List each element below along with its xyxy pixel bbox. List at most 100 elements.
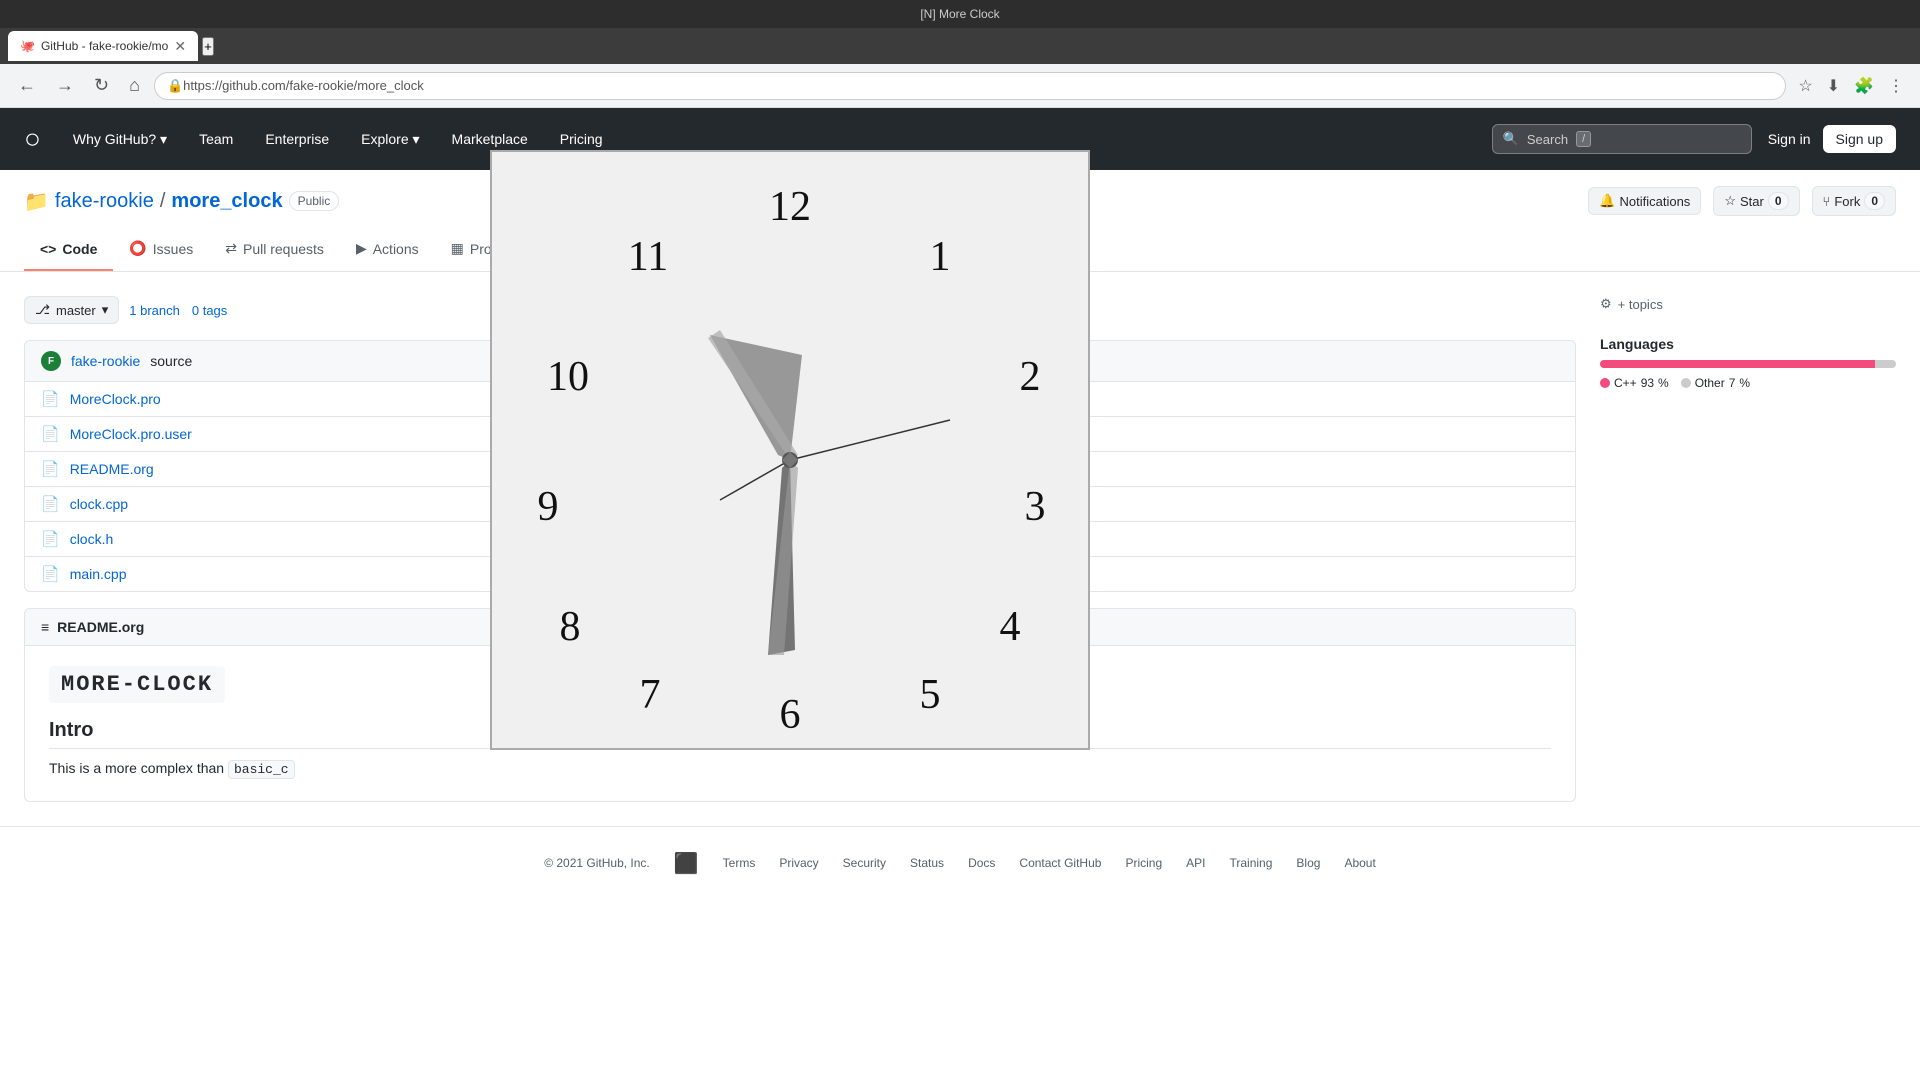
branch-name: master (56, 303, 96, 318)
tab-issues[interactable]: ⭕ Issues (113, 228, 209, 271)
reload-button[interactable]: ↻ (88, 71, 115, 100)
search-bar[interactable]: 🔍 Search / (1492, 124, 1752, 154)
notifications-button[interactable]: 🔔 Notifications (1588, 187, 1701, 215)
nav-team[interactable]: Team (191, 127, 241, 151)
close-icon[interactable]: ✕ (174, 38, 186, 55)
language-progress-bar (1600, 360, 1896, 368)
browser-tab-bar: 🐙 GitHub - fake-rookie/mo ✕ + (0, 28, 1920, 64)
nav-pricing[interactable]: Pricing (552, 127, 611, 151)
repo-sidebar: ⚙ + topics Languages C++ 93% Other 7% (1600, 296, 1896, 802)
search-placeholder: Search (1527, 132, 1568, 147)
tags-link[interactable]: 0 tags (192, 303, 227, 318)
clock-1: 1 (930, 234, 951, 280)
tab-code[interactable]: <> Code (24, 228, 113, 271)
github-logo: ○ (24, 123, 41, 155)
footer-docs[interactable]: Docs (968, 856, 995, 870)
other-label: Other (1695, 376, 1725, 390)
menu-button[interactable]: ⋮ (1884, 72, 1908, 100)
footer-contact[interactable]: Contact GitHub (1019, 856, 1101, 870)
readme-header-label: README.org (57, 619, 144, 635)
footer-terms[interactable]: Terms (723, 856, 756, 870)
tab-code-label: Code (62, 241, 97, 257)
extensions-button[interactable]: 🧩 (1850, 72, 1878, 100)
tab-issues-label: Issues (153, 241, 193, 257)
repo-actions: 🔔 Notifications ☆ Star 0 ⑂ Fork 0 (1588, 186, 1896, 216)
footer-about[interactable]: About (1344, 856, 1375, 870)
footer-logo: ⬛ (674, 851, 699, 876)
star-button[interactable]: ☆ Star 0 (1713, 186, 1799, 216)
nav-explore[interactable]: Explore ▾ (353, 127, 427, 152)
fork-count: 0 (1864, 192, 1885, 210)
clock-overlay: 12 1 2 3 4 5 6 7 8 9 10 11 (490, 150, 1090, 750)
github-footer: © 2021 GitHub, Inc. ⬛ Terms Privacy Secu… (0, 826, 1920, 900)
cpp-percent: 93 (1641, 376, 1654, 390)
repo-name-link[interactable]: more_clock (171, 190, 282, 213)
search-icon: 🔍 (1503, 131, 1519, 147)
issues-icon: ⭕ (129, 240, 146, 257)
footer-training[interactable]: Training (1229, 856, 1272, 870)
footer-api[interactable]: API (1186, 856, 1205, 870)
branches-link[interactable]: 1 branch (129, 303, 180, 318)
lock-icon: 🔒 (167, 78, 183, 94)
pr-icon: ⇄ (225, 240, 237, 257)
signin-link[interactable]: Sign in (1768, 131, 1811, 147)
fork-icon: ⑂ (1823, 194, 1831, 209)
readme-intro-text: This is a more complex than basic_c (49, 757, 1551, 781)
address-text: https://github.com/fake-rookie/more_cloc… (183, 78, 424, 93)
branch-selector[interactable]: ⎇ master ▾ (24, 296, 119, 324)
back-button[interactable]: ← (12, 71, 42, 100)
cpp-dot (1600, 378, 1610, 388)
footer-status[interactable]: Status (910, 856, 944, 870)
bookmark-button[interactable]: ☆ (1794, 72, 1816, 100)
clock-2: 2 (1020, 354, 1041, 400)
star-label: Star (1740, 194, 1764, 209)
tags-label: tags (203, 303, 228, 318)
file-icon: 📄 (41, 390, 60, 408)
nav-enterprise[interactable]: Enterprise (257, 127, 337, 151)
footer-copyright: © 2021 GitHub, Inc. (544, 856, 650, 870)
clock-7: 7 (640, 672, 661, 718)
sidebar-about: ⚙ + topics (1600, 296, 1896, 312)
titlebar-text: [N] More Clock (920, 7, 999, 21)
list-icon: ≡ (41, 619, 49, 635)
branch-icon: ⎇ (35, 302, 50, 318)
actions-icon: ▶ (356, 240, 367, 257)
footer-blog[interactable]: Blog (1296, 856, 1320, 870)
tab-label: GitHub - fake-rookie/mo (41, 39, 168, 53)
clock-6: 6 (780, 692, 801, 738)
search-slash: / (1576, 131, 1591, 147)
footer-security[interactable]: Security (843, 856, 886, 870)
forward-button[interactable]: → (50, 71, 80, 100)
nav-marketplace[interactable]: Marketplace (444, 127, 536, 151)
address-bar[interactable]: 🔒 https://github.com/fake-rookie/more_cl… (154, 72, 1786, 100)
new-tab-button[interactable]: + (202, 37, 214, 56)
code-icon: <> (40, 241, 56, 257)
footer-pricing[interactable]: Pricing (1125, 856, 1162, 870)
commit-author[interactable]: fake-rookie (71, 353, 140, 369)
gear-icon: ⚙ (1600, 296, 1612, 312)
owner-link[interactable]: fake-rookie (55, 190, 154, 213)
home-button[interactable]: ⌂ (123, 71, 146, 100)
footer-privacy[interactable]: Privacy (779, 856, 818, 870)
sidebar-topics-link[interactable]: ⚙ + topics (1600, 296, 1896, 312)
readme-title: MORE-CLOCK (49, 666, 225, 703)
tab-pull-requests[interactable]: ⇄ Pull requests (209, 228, 340, 271)
visibility-badge: Public (289, 191, 340, 211)
commit-message: source (150, 353, 192, 369)
browser-tab[interactable]: 🐙 GitHub - fake-rookie/mo ✕ (8, 31, 198, 61)
language-legend: C++ 93% Other 7% (1600, 376, 1896, 390)
clock-11: 11 (628, 234, 668, 280)
signup-button[interactable]: Sign up (1823, 125, 1896, 153)
download-button[interactable]: ⬇ (1823, 72, 1844, 100)
fork-label: Fork (1834, 194, 1860, 209)
tab-actions[interactable]: ▶ Actions (340, 228, 435, 271)
cpp-progress (1600, 360, 1875, 368)
chevron-down-icon: ▾ (102, 302, 109, 318)
nav-why-github[interactable]: Why GitHub? ▾ (65, 127, 175, 152)
tag-count: 0 (192, 303, 199, 318)
file-icon: 📄 (41, 565, 60, 583)
clock-svg: 12 1 2 3 4 5 6 7 8 9 10 11 (500, 160, 1080, 740)
file-icon: 📄 (41, 530, 60, 548)
other-percent: 7 (1729, 376, 1736, 390)
fork-button[interactable]: ⑂ Fork 0 (1812, 186, 1897, 216)
